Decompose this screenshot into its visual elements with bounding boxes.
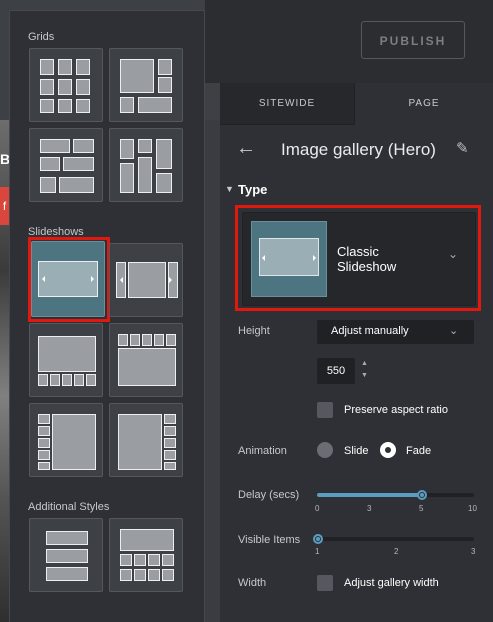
chevron-down-icon[interactable]: ⌄ [449,324,458,337]
panel-title: Image gallery (Hero) [281,140,436,159]
grid-layout-tile[interactable] [29,128,103,202]
delay-tick: 10 [468,504,477,513]
adjust-width-label: Adjust gallery width [344,577,439,589]
arrow-left-icon[interactable]: ← [236,137,256,160]
grid-layout-tile[interactable] [109,128,183,202]
visible-items-tick: 2 [394,547,399,556]
animation-slide-radio[interactable] [317,442,333,458]
stepper-up-icon[interactable]: ▲ [361,360,368,367]
stepper-down-icon[interactable]: ▼ [361,372,368,379]
style-stacked-tile[interactable] [29,518,103,592]
width-label: Width [238,577,267,589]
delay-knob-center [420,493,424,497]
delay-tick: 3 [367,504,372,513]
slide-arrows-icon [120,277,172,283]
preserve-aspect-label: Preserve aspect ratio [344,404,448,416]
section-grids-label: Grids [28,31,55,43]
delay-label: Delay (secs) [238,489,300,501]
slideshow-highlight-box [28,237,110,322]
publish-button[interactable]: PUBLISH [361,21,465,59]
slideshow-thumbs-left-tile[interactable] [29,403,103,477]
visible-items-tick: 1 [315,547,320,556]
preserve-aspect-checkbox[interactable] [317,402,333,418]
animation-label: Animation [238,445,287,457]
tab-page[interactable]: PAGE [354,83,493,125]
pencil-icon[interactable]: ✎ [456,139,469,157]
delay-tick: 0 [315,504,320,513]
grid-layout-tile[interactable] [29,48,103,122]
style-hero-grid-tile[interactable] [109,518,183,592]
facebook-badge: f [0,187,9,225]
animation-fade-label: Fade [406,445,432,457]
delay-slider-fill [317,493,422,497]
height-mode-value: Adjust manually [331,325,409,337]
delay-tick: 5 [419,504,424,513]
caret-down-icon[interactable]: ▼ [225,184,234,194]
slideshow-thumbs-bottom-tile[interactable] [29,323,103,397]
height-input[interactable]: 550 [317,358,355,384]
radio-selected-dot [385,447,391,453]
height-label: Height [238,325,270,337]
visible-items-label: Visible Items [238,534,301,546]
animation-slide-label: Slide [344,445,369,457]
tab-sitewide[interactable]: SITEWIDE [220,83,354,125]
slideshow-thumbs-right-tile[interactable] [109,403,183,477]
type-section-label: Type [238,182,268,197]
slideshow-thumbs-top-tile[interactable] [109,323,183,397]
type-highlight-box [235,205,481,311]
visible-items-slider-track[interactable] [317,537,474,541]
grid-layout-tile[interactable] [109,48,183,122]
adjust-width-checkbox[interactable] [317,575,333,591]
visible-items-knob-center [316,537,320,541]
section-additional-styles-label: Additional Styles [28,501,110,513]
visible-items-tick: 3 [471,547,476,556]
slideshow-wide-tile[interactable] [109,243,183,317]
